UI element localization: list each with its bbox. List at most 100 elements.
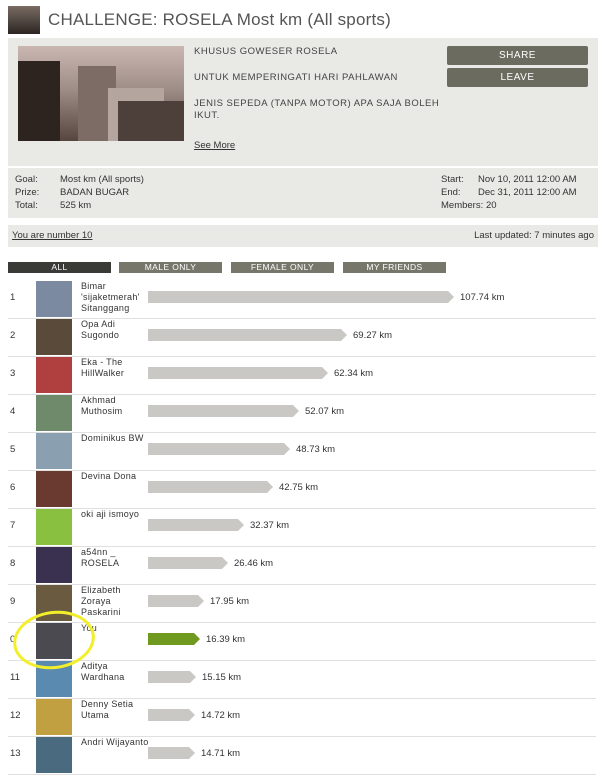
avatar[interactable] [36,395,72,431]
distance-bar [148,443,290,455]
challenge-info-panel: KHUSUS GOWESER ROSELA UNTUK MEMPERINGATI… [8,38,598,166]
leaderboard-row[interactable]: 4 Akhmad Muthosim 52.07 km [8,394,596,433]
prize-value: BADAN BUGAR [60,187,130,198]
member-name[interactable]: oki aji ismoyo [81,509,149,520]
distance-value: 16.39 km [206,634,246,645]
avatar[interactable] [36,699,72,735]
distance-value: 32.37 km [250,520,290,531]
distance-value: 62.34 km [334,368,374,379]
challenge-thumbnail [8,6,40,34]
rank-number: 6 [10,482,16,493]
rank-number: 7 [10,520,16,531]
total-label: Total: [15,200,38,211]
distance-bar [148,367,328,379]
leaderboard-row[interactable]: 5 Dominikus BW 48.73 km [8,432,596,471]
goal-value: Most km (All sports) [60,174,144,185]
member-name[interactable]: Aditya Wardhana [81,661,149,683]
member-name[interactable]: Elizabeth Zoraya Paskarini [81,585,149,618]
rank-number: 2 [10,330,16,341]
rank-number: 1 [10,292,16,303]
see-more-link[interactable]: See More [194,140,235,151]
start-label: Start: [441,174,464,185]
member-name[interactable]: a54nn _ ROSELA [81,547,149,569]
distance-bar [148,481,273,493]
rank-number: 5 [10,444,16,455]
distance-bar [148,519,244,531]
leaderboard-row[interactable]: 0 You 16.39 km [8,622,596,661]
tab-male-only[interactable]: MALE ONLY [119,262,222,273]
avatar[interactable] [36,509,72,545]
members-value: 20 [486,200,497,211]
description-line: UNTUK MEMPERINGATI HARI PAHLAWAN [194,72,398,83]
distance-bar [148,557,228,569]
member-name[interactable]: Denny Setia Utama [81,699,149,721]
challenge-photo [18,46,184,141]
member-name[interactable]: Opa Adi Sugondo [81,319,149,341]
distance-value: 14.71 km [201,748,241,759]
leaderboard-row[interactable]: 6 Devina Dona 42.75 km [8,470,596,509]
member-name[interactable]: Akhmad Muthosim [81,395,149,417]
avatar[interactable] [36,357,72,393]
leave-button[interactable]: LEAVE [447,68,588,87]
prize-label: Prize: [15,187,40,198]
member-name[interactable]: Devina Dona [81,471,149,482]
member-name[interactable]: Bimar 'sijaketmerah' Sitanggang [81,281,149,314]
leaderboard-row[interactable]: 1 Bimar 'sijaketmerah' Sitanggang 107.74 k… [8,280,596,319]
distance-value: 14.72 km [201,710,241,721]
total-value: 525 km [60,200,92,211]
rank-number: 11 [10,672,20,683]
leaderboard-row[interactable]: 7 oki aji ismoyo 32.37 km [8,508,596,547]
distance-value: 42.75 km [279,482,319,493]
distance-bar [148,633,200,645]
last-updated: Last updated: 7 minutes ago [474,230,594,241]
tab-my-friends[interactable]: MY FRIENDS [343,262,446,273]
distance-bar [148,671,196,683]
members-label: Members: [441,200,484,211]
rank-number: 8 [10,558,16,569]
distance-value: 26.46 km [234,558,274,569]
leaderboard-row[interactable]: 9 Elizabeth Zoraya Paskarini 17.95 km [8,584,596,623]
page-header: CHALLENGE: ROSELA Most km (All sports) [0,0,610,38]
avatar[interactable] [36,281,72,317]
rank-number: 13 [10,748,21,759]
avatar[interactable] [36,737,72,773]
distance-value: 69.27 km [353,330,393,341]
share-button[interactable]: SHARE [447,46,588,65]
avatar[interactable] [36,471,72,507]
leaderboard-row[interactable]: 3 Eka - The HillWalker 62.34 km [8,356,596,395]
member-name[interactable]: Eka - The HillWalker [81,357,149,379]
distance-value: 52.07 km [305,406,345,417]
rank-number: 12 [10,710,21,721]
avatar[interactable] [36,433,72,469]
rank-bar: You are number 10 Last updated: 7 minute… [8,225,598,247]
distance-bar [148,291,454,303]
your-rank-link[interactable]: You are number 10 [12,230,92,241]
distance-bar [148,405,299,417]
leaderboard-row[interactable]: 2 Opa Adi Sugondo 69.27 km [8,318,596,357]
leaderboard-row[interactable]: 13 Andri Wijayanto 14.71 km [8,736,596,775]
leaderboard-row[interactable]: 11 Aditya Wardhana 15.15 km [8,660,596,699]
avatar[interactable] [36,319,72,355]
avatar[interactable] [36,547,72,583]
challenge-description: KHUSUS GOWESER ROSELA UNTUK MEMPERINGATI… [194,46,444,136]
challenge-stats: Goal: Most km (All sports) Prize: BADAN … [8,168,598,218]
end-label: End: [441,187,461,198]
distance-bar [148,329,347,341]
tab-all[interactable]: ALL [8,262,111,273]
member-name[interactable]: Dominikus BW [81,433,149,444]
goal-label: Goal: [15,174,38,185]
distance-bar [148,595,204,607]
rank-number: 9 [10,596,16,607]
leaderboard-row[interactable]: 12 Denny Setia Utama 14.72 km [8,698,596,737]
page-title: CHALLENGE: ROSELA Most km (All sports) [48,10,391,29]
rank-number: 4 [10,406,16,417]
member-name[interactable]: Andri Wijayanto [81,737,149,748]
distance-bar [148,747,195,759]
distance-value: 107.74 km [460,292,505,303]
distance-value: 48.73 km [296,444,336,455]
leaderboard-row[interactable]: 8 a54nn _ ROSELA 26.46 km [8,546,596,585]
description-line: JENIS SEPEDA (TANPA MOTOR) APA SAJA BOLE… [194,98,440,121]
tab-female-only[interactable]: FEMALE ONLY [231,262,334,273]
distance-bar [148,709,195,721]
description-line: KHUSUS GOWESER ROSELA [194,46,338,57]
